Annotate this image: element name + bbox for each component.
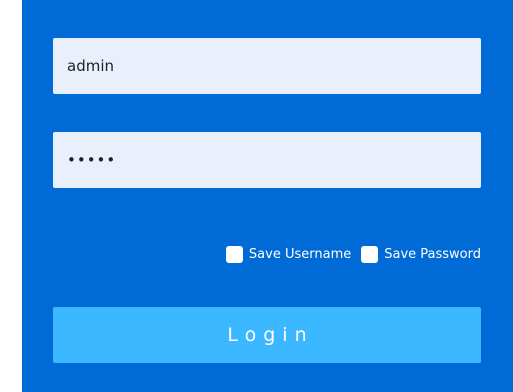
password-value: ••••• [67,151,117,169]
save-password-label: Save Password [384,247,481,262]
save-username-option[interactable]: Save Username [225,246,352,263]
username-value: admin [67,57,114,75]
remember-options: Save Username Save Password [225,246,481,263]
login-button[interactable]: Login [53,307,481,363]
password-input[interactable]: ••••• [53,132,481,188]
save-password-checkbox[interactable] [361,246,379,263]
save-username-label: Save Username [248,247,352,262]
username-input[interactable]: admin [53,38,481,94]
login-panel: admin ••••• Save Username Save Password … [22,0,513,392]
save-password-option[interactable]: Save Password [361,246,481,263]
save-username-checkbox[interactable] [225,246,243,263]
